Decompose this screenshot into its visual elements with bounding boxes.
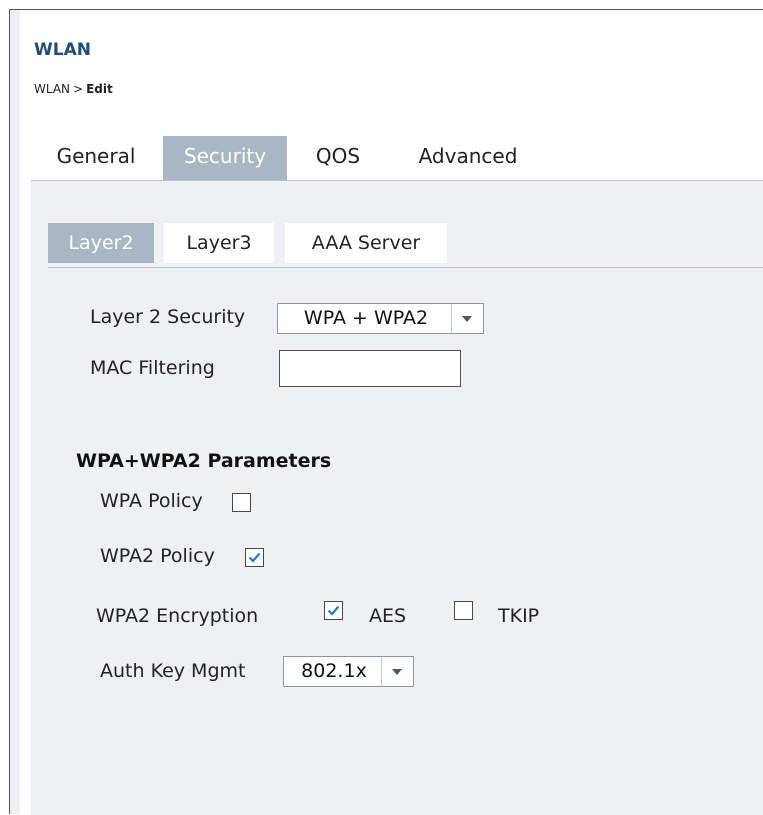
auth-key-mgmt-value: 802.1x [301, 660, 367, 682]
aes-label: AES [369, 605, 407, 627]
mac-filtering-label: MAC Filtering [90, 357, 215, 379]
tab-qos[interactable]: QOS [292, 136, 384, 180]
subtab-layer3[interactable]: Layer3 [164, 223, 274, 263]
checkmark-icon [327, 605, 340, 616]
tkip-label: TKIP [498, 605, 540, 627]
auth-key-mgmt-select[interactable]: 802.1x [283, 656, 414, 687]
wpa2-encryption-label: WPA2 Encryption [96, 605, 259, 627]
chevron-down-icon[interactable] [451, 304, 483, 333]
layer2-security-select[interactable]: WPA + WPA2 [277, 303, 484, 334]
layer2-security-value: WPA + WPA2 [303, 307, 429, 329]
subtab-divider [48, 267, 763, 268]
subtab-layer2[interactable]: Layer2 [48, 223, 154, 263]
breadcrumb-current: Edit [86, 82, 113, 96]
mac-filtering-input[interactable] [279, 350, 461, 387]
aes-checkbox[interactable] [324, 601, 343, 620]
page-title: WLAN [34, 40, 91, 60]
auth-key-mgmt-label: Auth Key Mgmt [100, 660, 246, 682]
wpa-policy-label: WPA Policy [100, 490, 203, 512]
checkmark-icon [248, 552, 261, 563]
tab-general[interactable]: General [34, 136, 158, 180]
left-gutter [10, 10, 20, 814]
breadcrumb-parent[interactable]: WLAN [34, 82, 70, 96]
wpa-policy-checkbox[interactable] [232, 493, 251, 512]
subtab-aaa-server[interactable]: AAA Server [285, 223, 447, 263]
wpa2-policy-label: WPA2 Policy [100, 545, 215, 567]
wpa2-policy-checkbox[interactable] [245, 548, 264, 567]
wpa-params-title: WPA+WPA2 Parameters [76, 450, 332, 472]
window-border-top [9, 9, 763, 10]
tab-security[interactable]: Security [163, 136, 287, 180]
chevron-down-icon[interactable] [381, 657, 413, 686]
breadcrumb-separator: > [73, 82, 84, 96]
breadcrumb: WLAN > Edit [34, 82, 113, 96]
tkip-checkbox[interactable] [454, 601, 473, 620]
layer2-security-label: Layer 2 Security [90, 306, 246, 328]
tab-advanced[interactable]: Advanced [396, 136, 540, 180]
